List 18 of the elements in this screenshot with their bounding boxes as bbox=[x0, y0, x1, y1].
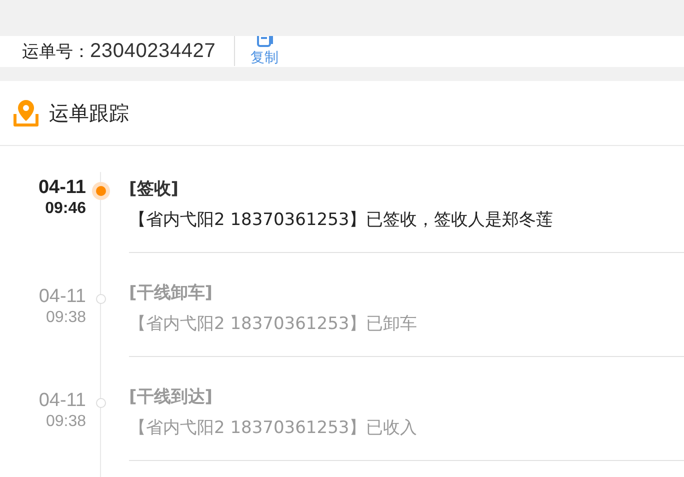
copy-button[interactable]: 复制 bbox=[250, 36, 279, 67]
event-status: [干线到达] bbox=[129, 386, 214, 408]
location-pin-icon bbox=[13, 98, 39, 128]
event-time: 09:38 bbox=[46, 412, 86, 432]
event-time: 09:38 bbox=[46, 308, 86, 328]
event-status: [签收] bbox=[129, 178, 180, 200]
waybill-number: 23040234427 bbox=[90, 40, 216, 63]
event-status: [干线卸车] bbox=[129, 282, 214, 304]
event-time: 09:46 bbox=[45, 199, 86, 219]
event-detail: 【省内弋阳2 18370361253】已签收，签收人是郑冬莲 bbox=[129, 209, 554, 231]
event-detail: 【省内弋阳2 18370361253】已收入 bbox=[129, 417, 418, 439]
event-date: 04-11 bbox=[38, 286, 86, 308]
section-title: 运单跟踪 bbox=[49, 100, 129, 126]
waybill-label: 运单号： bbox=[22, 41, 90, 63]
event-date: 04-11 bbox=[38, 177, 86, 199]
event-detail: 【省内弋阳2 18370361253】已卸车 bbox=[129, 313, 418, 335]
event-date: 04-11 bbox=[38, 390, 86, 412]
document-icon bbox=[256, 36, 274, 48]
